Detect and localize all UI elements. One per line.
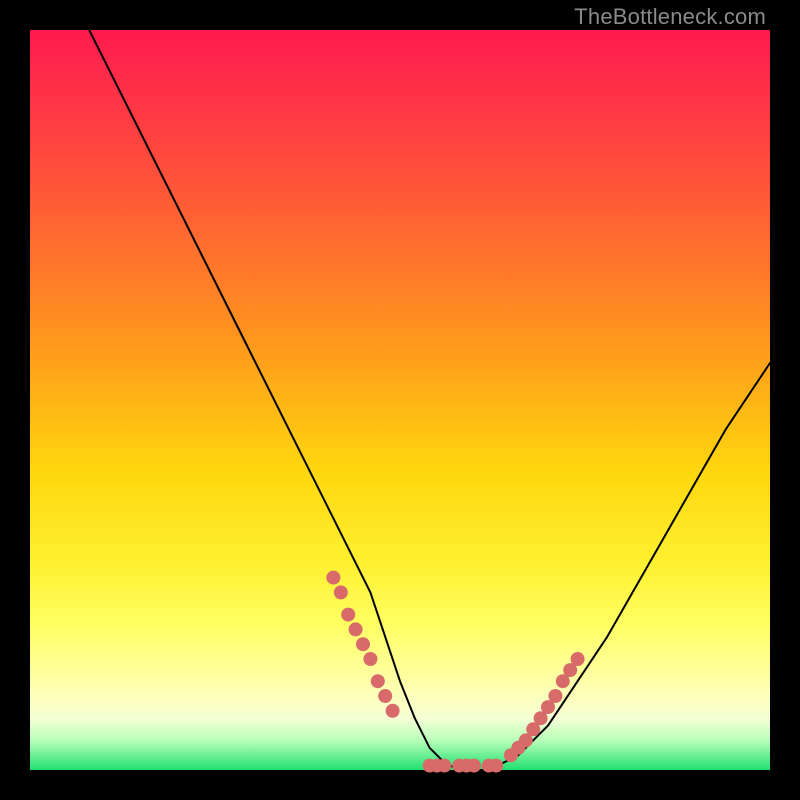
data-dot bbox=[334, 585, 348, 599]
data-dot bbox=[371, 674, 385, 688]
bottleneck-curve bbox=[89, 30, 770, 770]
watermark-text: TheBottleneck.com bbox=[574, 4, 766, 30]
data-dot bbox=[363, 652, 377, 666]
data-dot bbox=[548, 689, 562, 703]
data-dot bbox=[378, 689, 392, 703]
chart-frame: TheBottleneck.com bbox=[0, 0, 800, 800]
data-dot bbox=[386, 704, 400, 718]
data-dot bbox=[467, 759, 481, 773]
data-dot bbox=[437, 759, 451, 773]
data-dot bbox=[341, 608, 355, 622]
data-dot bbox=[571, 652, 585, 666]
data-dot bbox=[326, 571, 340, 585]
data-dot bbox=[349, 622, 363, 636]
dot-cluster-right bbox=[504, 652, 585, 762]
dot-cluster-floor bbox=[423, 759, 504, 773]
data-dot bbox=[489, 759, 503, 773]
data-dot bbox=[356, 637, 370, 651]
chart-overlay bbox=[30, 30, 770, 770]
